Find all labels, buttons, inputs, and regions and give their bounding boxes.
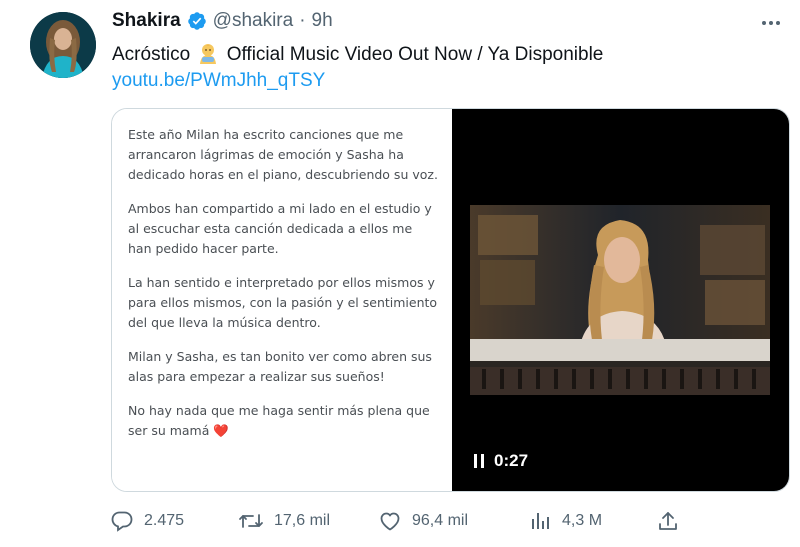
reply-icon xyxy=(111,511,133,532)
video-controls: 0:27 xyxy=(474,451,528,471)
tweet-link[interactable]: youtu.be/PWmJhh_qTSY xyxy=(112,68,325,94)
views-button[interactable]: 4,3 M xyxy=(528,509,602,533)
video-timestamp: 0:27 xyxy=(494,451,529,470)
letter-paragraph: Ambos han compartido a mi lado en el est… xyxy=(128,201,432,256)
like-count: 96,4 mil xyxy=(412,512,469,529)
share-icon xyxy=(659,512,677,530)
display-name[interactable]: Shakira xyxy=(112,10,181,32)
view-count: 4,3 M xyxy=(562,512,603,529)
avatar-image xyxy=(30,12,96,78)
tweet-header: Shakira @shakira · 9h xyxy=(112,10,333,32)
retweet-icon xyxy=(239,514,263,528)
like-button[interactable]: 96,4 mil xyxy=(378,509,468,533)
handle[interactable]: @shakira xyxy=(213,10,294,32)
timestamp[interactable]: 9h xyxy=(312,10,333,32)
pause-icon[interactable] xyxy=(474,454,484,468)
action-bar: 2.475 17,6 mil 96,4 mil 4,3 M xyxy=(110,509,690,537)
tweet-text: Acróstico Official Music Video Out Now /… xyxy=(112,42,603,68)
baby-emoji-icon xyxy=(197,42,219,64)
retweet-button[interactable]: 17,6 mil xyxy=(238,509,330,533)
tweet[interactable]: Shakira @shakira · 9h Acróstico Official… xyxy=(0,0,800,547)
heart-icon xyxy=(380,512,400,531)
views-icon xyxy=(532,513,549,529)
video-frame xyxy=(470,205,770,395)
letter-paragraph-last: No hay nada que me haga sentir más plena… xyxy=(128,401,438,441)
letter-paragraph: La han sentido e interpretado por ellos … xyxy=(128,275,438,330)
video-player[interactable]: 0:27 xyxy=(452,109,789,491)
tweet-text-title: Acróstico xyxy=(112,44,191,65)
reply-count: 2.475 xyxy=(144,512,185,529)
letter-paragraph: Milan y Sasha, es tan bonito ver como ab… xyxy=(128,349,432,384)
share-button[interactable] xyxy=(656,509,680,533)
letter-image: Este año Milan ha escrito canciones que … xyxy=(112,109,452,491)
retweet-count: 17,6 mil xyxy=(274,512,331,529)
letter-paragraph: Este año Milan ha escrito canciones que … xyxy=(128,127,438,182)
avatar[interactable] xyxy=(30,12,96,78)
more-options-icon[interactable] xyxy=(756,12,786,34)
tweet-text-body: Official Music Video Out Now / Ya Dispon… xyxy=(226,44,604,65)
verified-badge-icon xyxy=(187,11,207,31)
heart-emoji-icon: ❤️ xyxy=(213,423,229,438)
media-card[interactable]: Este año Milan ha escrito canciones que … xyxy=(111,108,790,492)
reply-button[interactable]: 2.475 xyxy=(110,509,184,533)
separator-dot: · xyxy=(299,10,306,31)
video-thumbnail xyxy=(470,205,770,395)
letter-paragraph-text: No hay nada que me haga sentir más plena… xyxy=(128,403,430,438)
